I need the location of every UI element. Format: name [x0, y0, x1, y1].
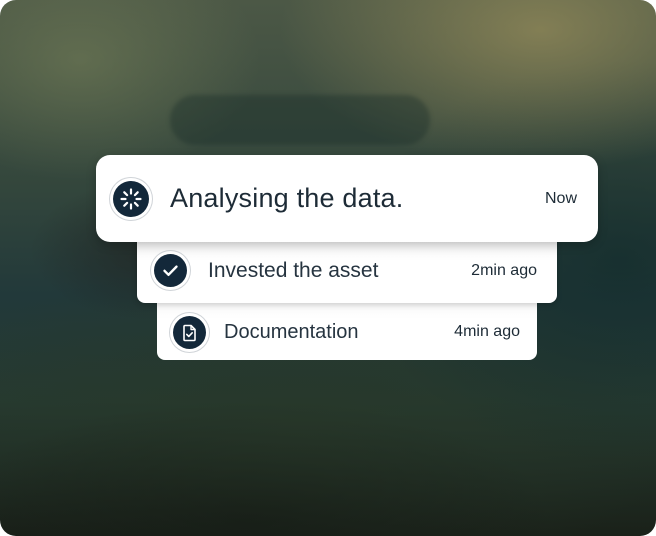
document-check-icon	[173, 315, 206, 349]
background-blur-shape	[170, 95, 430, 145]
notification-title: Analysing the data.	[170, 183, 404, 213]
notification-time: 4min ago	[454, 323, 520, 340]
notification-card-analysing[interactable]: Analysing the data. Now	[96, 155, 598, 242]
loading-spinner-icon	[113, 180, 149, 217]
blurred-background: Documentation 4min ago Invested the asse…	[0, 0, 656, 536]
notification-time: 2min ago	[471, 261, 537, 279]
check-icon	[154, 254, 187, 287]
notification-title: Documentation	[224, 320, 359, 343]
notification-time: Now	[544, 189, 577, 207]
notification-title: Invested the asset	[208, 258, 379, 282]
